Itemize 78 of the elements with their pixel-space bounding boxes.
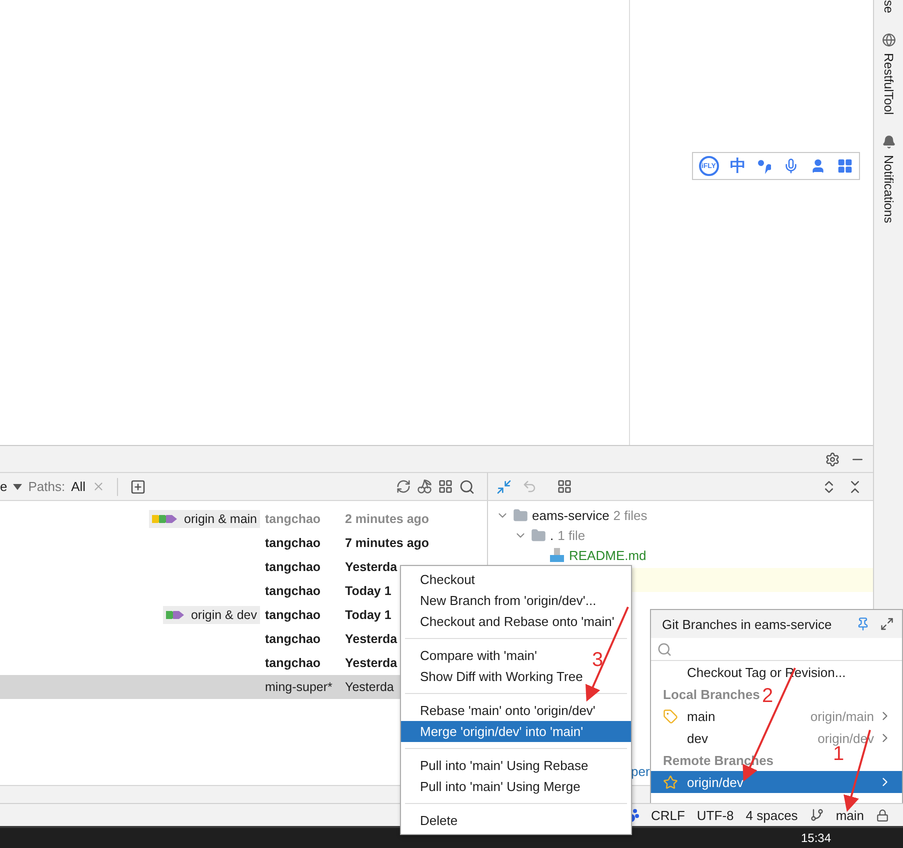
folder-icon — [513, 508, 528, 522]
collapse-arrows-icon[interactable] — [496, 478, 512, 494]
tool-window-tab[interactable]: se — [882, 0, 896, 14]
microphone-icon[interactable] — [782, 158, 799, 174]
author-cell-text: ming-super* — [264, 680, 332, 694]
author-cell-text: tangchao — [264, 536, 321, 550]
pin-icon[interactable] — [856, 617, 870, 631]
branch-label: origin & dev — [162, 606, 260, 624]
date-cell-text: Yesterda — [344, 560, 398, 574]
branch-icon — [810, 808, 824, 822]
author-cell-text: tangchao — [264, 656, 321, 670]
star-icon — [663, 774, 678, 790]
menu-item[interactable]: Checkout — [401, 569, 483, 590]
punctuation-icon[interactable] — [757, 158, 772, 174]
globe-icon — [882, 33, 896, 48]
file-name[interactable]: README.md — [569, 548, 646, 562]
date-cell-text: 2 minutes ago — [344, 512, 430, 526]
menu-item[interactable]: Merge 'origin/dev' into 'main' — [401, 721, 631, 742]
file-count: 2 files — [613, 508, 648, 522]
section-header: Local Branches — [663, 686, 760, 702]
date-cell-text: Yesterda — [344, 680, 394, 694]
step-number: 2 — [762, 686, 774, 706]
tool-window-tab[interactable]: RestfulTool — [882, 53, 896, 116]
grid-icon[interactable] — [438, 479, 453, 494]
date-cell-text: 7 minutes ago — [344, 536, 430, 550]
file-count: 1 file — [558, 528, 586, 542]
settings-icon[interactable] — [825, 452, 840, 466]
menu-item[interactable]: Pull into 'main' Using Merge — [401, 776, 588, 797]
line-ending[interactable]: CRLF — [650, 808, 685, 823]
current-branch[interactable]: main — [836, 808, 864, 823]
branch-item[interactable]: main origin/main — [651, 705, 902, 727]
date-cell-text: Yesterda — [344, 632, 398, 646]
bell-icon — [882, 135, 896, 150]
lock-icon[interactable] — [876, 808, 889, 822]
language-toggle[interactable]: 中 — [730, 156, 746, 176]
paths-value[interactable]: All — [71, 479, 86, 494]
encoding[interactable]: UTF-8 — [696, 808, 734, 823]
apps-icon[interactable] — [837, 158, 854, 174]
markdown-file-icon — [549, 547, 565, 563]
cherry-icon[interactable] — [417, 479, 432, 494]
author-cell-text: tangchao — [264, 632, 321, 646]
date-cell-text: Today 1 — [344, 608, 392, 622]
user-icon[interactable] — [810, 158, 826, 174]
tree-node-label[interactable]: . — [550, 528, 554, 542]
search-icon[interactable] — [459, 478, 475, 494]
date-cell-text: Today 1 — [344, 584, 392, 598]
grid-icon[interactable] — [557, 479, 572, 494]
tag-icon — [663, 708, 678, 724]
commit-row[interactable]: tangchao 7 minutes ago — [0, 531, 487, 555]
author-cell-text: tangchao — [264, 512, 321, 526]
tool-window-tab[interactable]: Notifications — [882, 155, 896, 224]
branch-label: origin & main — [149, 510, 260, 528]
search-icon — [657, 642, 672, 656]
menu-item[interactable]: Rebase 'main' onto 'origin/dev' — [401, 700, 604, 721]
paths-label: Paths: — [28, 479, 66, 494]
branch-item[interactable]: origin/dev — [651, 771, 902, 793]
menu-item[interactable]: Compare with 'main' — [401, 645, 545, 666]
menu-item[interactable]: Checkout and Rebase onto 'main' — [401, 611, 622, 632]
author-cell-text: tangchao — [264, 608, 321, 622]
menu-item[interactable]: Delete — [401, 810, 466, 831]
commit-row[interactable]: origin & main tangchao 2 minutes ago — [0, 507, 487, 531]
indent-setting[interactable]: 4 spaces — [746, 808, 798, 823]
refresh-icon[interactable] — [396, 479, 411, 494]
date-cell-text: Yesterda — [344, 656, 398, 670]
folder-icon — [531, 528, 546, 542]
menu-item[interactable]: Pull into 'main' Using Rebase — [401, 755, 596, 776]
author-cell-text: tangchao — [264, 584, 321, 598]
link[interactable]: per — [631, 764, 650, 779]
step-number: 3 — [592, 650, 604, 670]
expand-icon[interactable] — [880, 617, 894, 631]
dropdown-caret-icon[interactable] — [13, 484, 22, 490]
filter-dropdown[interactable]: e — [0, 479, 8, 494]
menu-item[interactable]: New Branch from 'origin/dev'... — [401, 590, 604, 611]
clock: 15:34 — [800, 830, 831, 848]
popup-title: Git Branches in eams-service — [662, 616, 833, 632]
author-cell-text: tangchao — [264, 560, 321, 574]
new-tab-icon[interactable] — [130, 478, 146, 494]
tree-node-label[interactable]: eams-service — [532, 508, 610, 522]
